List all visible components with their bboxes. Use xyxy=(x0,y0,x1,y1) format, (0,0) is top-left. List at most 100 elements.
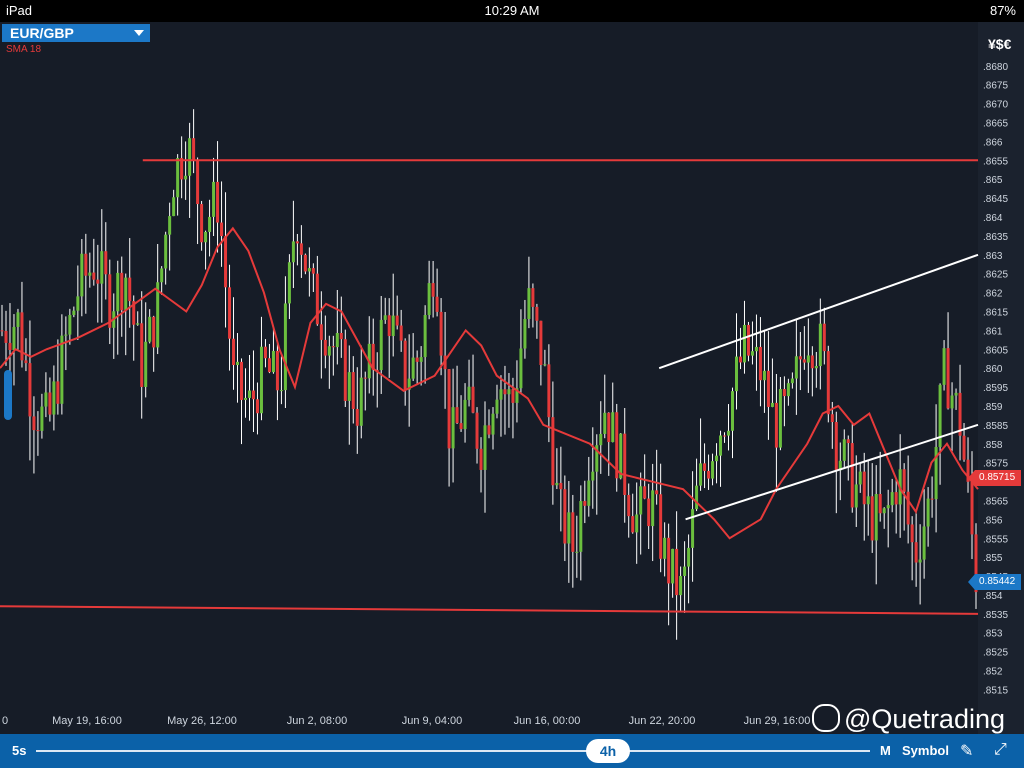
candle-body xyxy=(527,288,531,319)
candle-body xyxy=(623,433,627,495)
candle-body xyxy=(12,326,16,350)
y-tick-label: .866 xyxy=(983,137,1003,148)
candle-body xyxy=(663,537,667,559)
y-tick-label: .8565 xyxy=(983,496,1008,507)
candle-body xyxy=(758,346,762,381)
min-timeframe-label[interactable]: 5s xyxy=(12,743,26,758)
watermark-logo-icon xyxy=(812,703,840,732)
candle-body xyxy=(459,423,463,430)
candle-body xyxy=(495,399,499,414)
y-tick-label: .856 xyxy=(983,515,1003,526)
candle-body xyxy=(790,378,794,384)
candle-body xyxy=(567,512,571,544)
drawer-handle[interactable] xyxy=(4,370,12,420)
candle-body xyxy=(72,310,76,316)
y-tick-label: .8670 xyxy=(983,100,1008,111)
candle-body xyxy=(212,181,216,217)
candle-body xyxy=(307,268,311,272)
candle-body xyxy=(734,356,738,392)
candle-body xyxy=(323,339,327,356)
candle-body xyxy=(750,351,754,356)
candle-body xyxy=(56,381,60,404)
candle-body xyxy=(878,494,882,514)
candle-body xyxy=(499,389,503,400)
candle-body xyxy=(874,494,878,541)
candle-body xyxy=(766,370,770,407)
fullscreen-icon[interactable]: ⤢ xyxy=(994,741,1007,759)
candle-body xyxy=(148,316,152,342)
candle-body xyxy=(435,296,439,312)
y-tick-label: .8625 xyxy=(983,270,1008,281)
candle-body xyxy=(563,489,567,544)
candle-body xyxy=(168,216,172,235)
x-tick-label: 0 xyxy=(2,715,8,727)
currency-icon[interactable]: ¥$€ xyxy=(988,36,1011,52)
candle-body xyxy=(503,389,507,395)
candle-body xyxy=(124,277,128,311)
candle-body xyxy=(675,548,679,596)
symbol-selector[interactable]: EUR/GBP xyxy=(2,24,150,42)
candle-body xyxy=(483,425,487,470)
price-chart[interactable]: .8680 .8675 .8670 .8665 .866 .8655 .865 .8645 .8… xyxy=(0,22,1024,734)
candle-body xyxy=(4,330,8,343)
candle-body xyxy=(950,395,954,409)
candle-body xyxy=(236,361,240,366)
candle-body xyxy=(228,287,232,339)
x-tick-label: Jun 2, 08:00 xyxy=(287,715,348,727)
candle-body xyxy=(176,158,180,198)
candle-body xyxy=(587,480,591,506)
indicator-label[interactable]: SMA 18 xyxy=(6,44,41,55)
candle-body xyxy=(208,216,212,232)
candle-body xyxy=(746,324,750,356)
candle-body xyxy=(647,498,651,527)
symbol-button[interactable]: Symbol xyxy=(902,743,949,758)
draw-tools-icon[interactable]: ✎ xyxy=(960,741,973,761)
candle-body xyxy=(128,277,132,302)
candle-body xyxy=(363,377,367,379)
y-tick-label: .860 xyxy=(983,364,1003,375)
candle-body xyxy=(651,490,655,527)
candle-body xyxy=(44,392,48,407)
candle-body xyxy=(439,311,443,356)
candle-body xyxy=(802,359,806,363)
candle-body xyxy=(579,501,583,552)
timeframe-knob[interactable]: 4h xyxy=(586,739,630,763)
candle-body xyxy=(683,566,687,576)
candle-body xyxy=(40,406,44,431)
y-tick-label: .8515 xyxy=(983,685,1008,696)
candle-body xyxy=(299,243,303,255)
timeframe-slider[interactable] xyxy=(36,750,870,752)
x-tick-label: Jun 9, 04:00 xyxy=(402,715,463,727)
candle-body xyxy=(719,435,723,456)
candle-body xyxy=(311,268,315,274)
candle-body xyxy=(160,268,164,283)
x-tick-label: Jun 16, 00:00 xyxy=(514,715,581,727)
candle-body xyxy=(946,348,950,409)
candle-body xyxy=(287,262,291,304)
candle-body xyxy=(451,407,455,449)
candle-body xyxy=(667,537,671,584)
candle-body xyxy=(247,390,251,398)
candle-body xyxy=(391,315,395,337)
candle-body xyxy=(770,402,774,407)
candle-body xyxy=(639,486,643,515)
candle-body xyxy=(794,356,798,379)
candle-body xyxy=(423,314,427,358)
candle-body xyxy=(679,575,683,596)
candle-body xyxy=(216,181,220,223)
candle-body xyxy=(778,389,782,448)
candle-body xyxy=(427,283,431,315)
candle-body xyxy=(870,496,874,541)
candle-body xyxy=(347,372,351,401)
candle-body xyxy=(695,485,699,510)
candle-body xyxy=(707,470,711,479)
y-tick-label: .8555 xyxy=(983,534,1008,545)
candle-body xyxy=(100,251,104,284)
candle-body xyxy=(842,439,846,461)
candle-body xyxy=(591,471,595,481)
y-tick-label: .8675 xyxy=(983,81,1008,92)
candle-body xyxy=(471,386,475,413)
max-timeframe-label[interactable]: M xyxy=(880,743,891,758)
candle-body xyxy=(467,386,471,400)
y-tick-label: .8585 xyxy=(983,421,1008,432)
